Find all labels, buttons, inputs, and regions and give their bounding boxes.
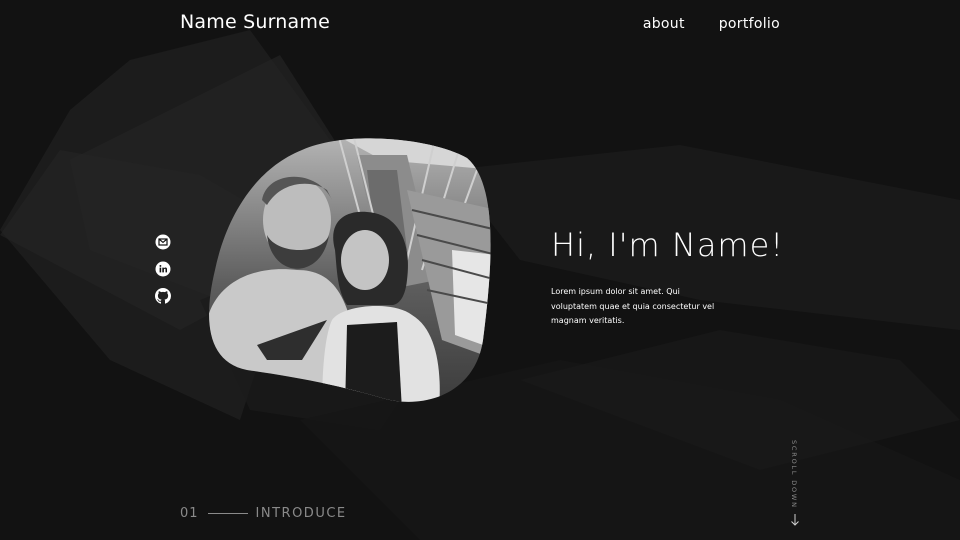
github-link[interactable]: [155, 288, 171, 304]
section-number: 01: [180, 506, 199, 521]
profile-photo: [209, 138, 491, 402]
scroll-down-link[interactable]: SCROLL DOWN: [787, 440, 803, 530]
nav-about[interactable]: about: [643, 16, 685, 32]
email-icon: [155, 234, 171, 250]
social-links: [155, 234, 171, 304]
arrow-down-icon: [791, 514, 799, 526]
nav-portfolio[interactable]: portfolio: [719, 16, 780, 32]
email-link[interactable]: [155, 234, 171, 250]
hero-description: Lorem ipsum dolor sit amet. Qui voluptat…: [551, 287, 715, 325]
linkedin-icon: [155, 261, 171, 277]
github-icon: [155, 288, 171, 304]
scroll-down-label: SCROLL DOWN: [790, 440, 798, 509]
brand-logo[interactable]: Name Surname: [180, 11, 330, 33]
section-label: INTRODUCE: [255, 506, 347, 521]
hero-title: Hi, I'm Name!: [551, 226, 785, 264]
linkedin-link[interactable]: [155, 261, 171, 277]
section-indicator: 01 INTRODUCE: [180, 506, 347, 521]
main-nav: about portfolio: [643, 16, 780, 32]
section-divider: [207, 513, 248, 514]
